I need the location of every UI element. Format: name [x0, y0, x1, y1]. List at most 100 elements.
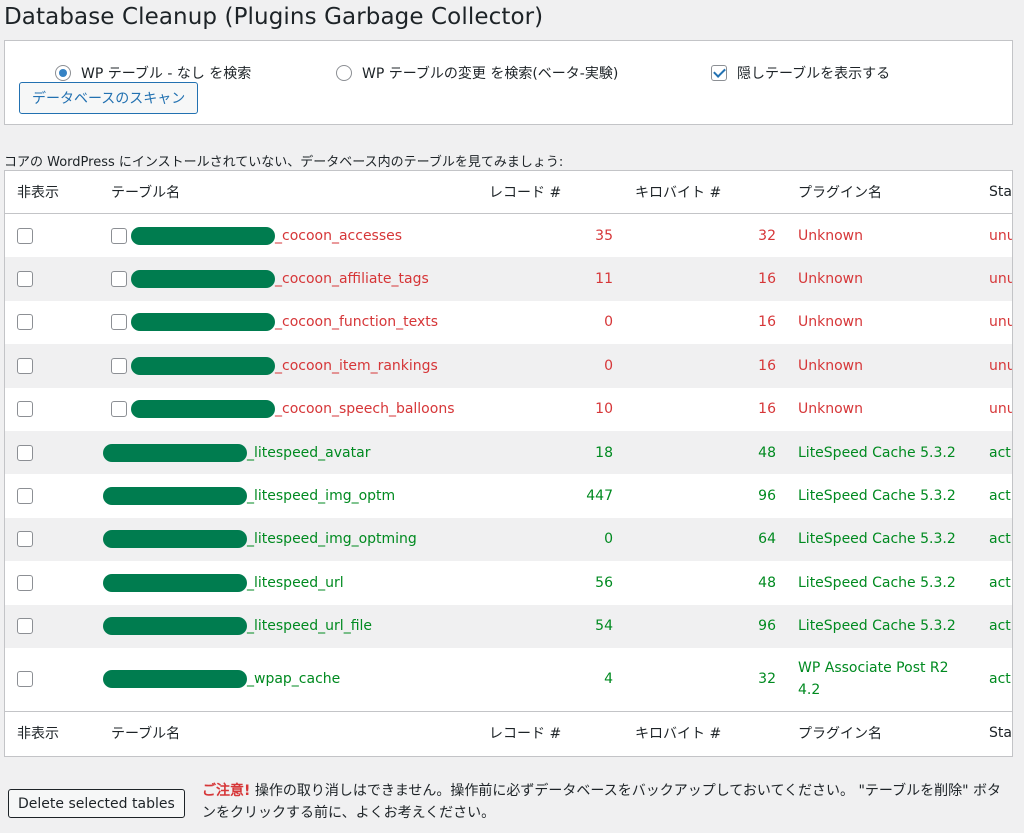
column-table-name-footer: テーブル名 [111, 710, 483, 754]
row-delete-checkbox[interactable] [111, 357, 127, 374]
table-name: _cocoon_function_texts [275, 314, 439, 331]
row-delete-checkbox[interactable] [111, 227, 127, 244]
kilobytes: 32 [758, 227, 776, 244]
table-row: _litespeed_avatar 18 48 LiteSpeed Cache … [5, 430, 1012, 475]
table-row: _wpap_cache 4 32 WP Associate Post R2 4.… [5, 648, 1012, 712]
state: active [989, 574, 1012, 591]
row-hide-checkbox[interactable] [17, 618, 33, 635]
scan-database-button[interactable]: データベースのスキャン [19, 82, 199, 114]
kilobytes: 16 [758, 401, 776, 418]
table-row: _cocoon_item_rankings 0 16 Unknown unuse… [5, 344, 1012, 388]
table-row: _cocoon_function_texts 0 16 Unknown unus… [5, 301, 1012, 344]
row-hide-checkbox[interactable] [17, 401, 33, 418]
page-title: Database Cleanup (Plugins Garbage Collec… [4, 4, 544, 30]
redacted-prefix [103, 487, 247, 506]
column-state-footer: State [969, 710, 1012, 754]
state: active [989, 671, 1012, 688]
kilobytes: 16 [613, 344, 776, 388]
column-state: State [969, 171, 1012, 214]
column-hide-footer: 非表示 [5, 710, 111, 754]
table-name: _cocoon_accesses [275, 227, 403, 244]
kilobytes: 16 [758, 314, 776, 331]
row-hide-checkbox[interactable] [17, 574, 33, 591]
delete-selected-tables-button[interactable]: Delete selected tables [8, 789, 185, 818]
table-name: _wpap_cache [247, 671, 341, 688]
redacted-prefix [103, 530, 247, 549]
column-hide: 非表示 [5, 171, 111, 214]
table-name: _cocoon_speech_balloons [275, 401, 455, 418]
warning-notice: ご注意! 操作の取り消しはできません。操作前に必ずデータベースをバックアップして… [202, 780, 1012, 824]
table-row: _cocoon_affiliate_tags 11 16 Unknown unu… [5, 257, 1012, 301]
row-delete-checkbox[interactable] [111, 271, 127, 288]
kilobytes: 96 [613, 604, 776, 648]
record-count: 56 [595, 574, 613, 591]
state: unused [969, 257, 1012, 301]
row-hide-checkbox[interactable] [17, 531, 33, 548]
table-header-row: 非表示 テーブル名 レコード # キロバイト # プラグイン名 State [5, 171, 1012, 214]
option-search-no-wp-tables[interactable]: WP テーブル - なし を検索 [55, 63, 251, 83]
option-search-wp-table-changes[interactable]: WP テーブルの変更 を検索(ベータ-実験) [336, 63, 618, 83]
plugin-name: LiteSpeed Cache 5.3.2 [798, 488, 956, 505]
state: unused [969, 344, 1012, 388]
state: active [969, 604, 1012, 648]
column-records: レコード # [483, 171, 613, 214]
row-hide-checkbox[interactable] [17, 488, 33, 505]
scan-options-panel: WP テーブル - なし を検索 WP テーブルの変更 を検索(ベータ-実験) … [4, 40, 1013, 125]
record-count: 35 [595, 227, 613, 244]
table-row: _cocoon_accesses 35 32 Unknown unused [5, 214, 1012, 258]
row-hide-checkbox[interactable] [17, 444, 33, 461]
column-kilobytes: キロバイト # [613, 171, 776, 214]
state: active [969, 517, 1012, 562]
redacted-prefix [131, 313, 275, 332]
kilobytes: 48 [613, 430, 776, 475]
table-name: _litespeed_img_optm [247, 488, 396, 505]
kilobytes: 64 [613, 517, 776, 562]
plugin-name: LiteSpeed Cache 5.3.2 [798, 574, 956, 591]
radio-selected-icon[interactable] [55, 65, 71, 81]
radio-unselected-icon[interactable] [336, 65, 352, 81]
row-hide-checkbox[interactable] [17, 227, 33, 244]
row-delete-checkbox[interactable] [111, 314, 127, 331]
column-kilobytes-footer: キロバイト # [613, 710, 776, 754]
intro-text: コアの WordPress にインストールされていない、データベース内のテーブル… [4, 155, 564, 170]
kilobytes: 48 [758, 574, 776, 591]
kilobytes: 96 [758, 488, 776, 505]
option-search-wp-table-changes-label: WP テーブルの変更 を検索(ベータ-実験) [362, 66, 619, 82]
checkbox-checked-icon[interactable] [711, 65, 727, 81]
plugin-name: Unknown [798, 314, 863, 331]
plugin-name: Unknown [776, 257, 969, 301]
column-table-name: テーブル名 [111, 171, 483, 214]
column-plugin-name-footer: プラグイン名 [776, 710, 969, 754]
plugin-name: LiteSpeed Cache 5.3.2 [776, 430, 969, 475]
column-plugin-name: プラグイン名 [776, 171, 969, 214]
state: unused [989, 314, 1013, 331]
row-delete-checkbox[interactable] [111, 401, 127, 418]
redacted-prefix [103, 573, 247, 592]
table-name: _cocoon_item_rankings [275, 357, 438, 374]
table-name: _litespeed_url_file [247, 618, 373, 635]
row-hide-checkbox[interactable] [17, 357, 33, 374]
redacted-prefix [131, 226, 275, 245]
option-search-no-wp-tables-label: WP テーブル - なし を検索 [81, 66, 252, 82]
option-show-hidden-tables[interactable]: 隠しテーブルを表示する [711, 63, 890, 83]
plugin-name: LiteSpeed Cache 5.3.2 [776, 604, 969, 648]
redacted-prefix [131, 400, 275, 419]
table-name: _cocoon_affiliate_tags [275, 271, 429, 288]
record-count: 0 [604, 314, 613, 331]
record-count: 0 [483, 344, 613, 388]
redacted-prefix [131, 356, 275, 375]
row-hide-checkbox[interactable] [17, 314, 33, 331]
redacted-prefix [103, 670, 247, 689]
record-count: 11 [483, 257, 613, 301]
state: unused [989, 227, 1013, 244]
record-count: 18 [483, 430, 613, 475]
state: active [969, 430, 1012, 475]
tables-list: 非表示 テーブル名 レコード # キロバイト # プラグイン名 State _c… [4, 170, 1013, 757]
row-hide-checkbox[interactable] [17, 671, 33, 688]
row-hide-checkbox[interactable] [17, 271, 33, 288]
table-row: _litespeed_url 56 48 LiteSpeed Cache 5.3… [5, 561, 1012, 604]
plugin-name: Unknown [776, 344, 969, 388]
warning-label: ご注意! [202, 783, 251, 799]
state: unused [989, 401, 1013, 418]
record-count: 0 [483, 517, 613, 562]
